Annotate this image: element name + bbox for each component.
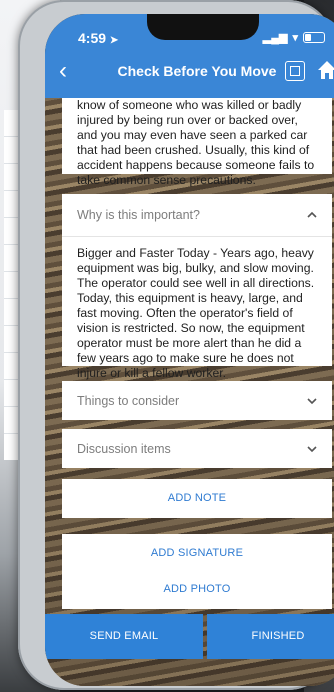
section-body-why: Bigger and Faster Today - Years ago, hea…	[77, 246, 315, 380]
add-signature-button[interactable]: ADD SIGNATURE	[62, 534, 332, 573]
status-time: 4:59 ➤	[78, 30, 118, 46]
section-header-discussion[interactable]: Discussion items	[62, 429, 332, 468]
chevron-down-icon	[307, 445, 317, 452]
phone-screen: 4:59 ➤ ▂▄▆ ▾ ‹ Check Before You Move kno…	[45, 14, 334, 686]
section-header-things[interactable]: Things to consider	[62, 381, 332, 420]
home-icon[interactable]	[317, 59, 334, 81]
chevron-down-icon	[307, 397, 317, 404]
signal-icon: ▂▄▆	[262, 32, 288, 44]
section-discussion-items[interactable]: Discussion items	[62, 429, 332, 468]
add-note-button[interactable]: ADD NOTE	[62, 479, 332, 518]
finished-button[interactable]: FINISHED	[207, 614, 334, 659]
section-things-to-consider[interactable]: Things to consider	[62, 381, 332, 420]
location-arrow-icon: ➤	[109, 35, 119, 46]
section-why-important: Why is this important? Bigger and Faster…	[62, 194, 332, 380]
intro-text: know of someone who was killed or badly …	[77, 98, 315, 187]
app-header: 4:59 ➤ ▂▄▆ ▾ ‹ Check Before You Move	[45, 14, 334, 98]
battery-icon	[303, 32, 325, 43]
status-indicators: ▂▄▆ ▾	[263, 31, 325, 44]
section-title: Discussion items	[77, 441, 171, 456]
phone-notch	[147, 14, 259, 40]
intro-card: know of someone who was killed or badly …	[62, 98, 332, 187]
qr-code-icon[interactable]	[285, 61, 305, 81]
section-title: Why is this important?	[77, 208, 200, 222]
add-photo-button[interactable]: ADD PHOTO	[62, 570, 332, 609]
section-header-why[interactable]: Why is this important?	[62, 194, 332, 237]
wifi-icon: ▾	[292, 32, 298, 44]
send-email-button[interactable]: SEND EMAIL	[45, 614, 203, 659]
status-time-text: 4:59	[78, 30, 107, 46]
chevron-up-icon	[307, 211, 317, 218]
phone-frame: 4:59 ➤ ▂▄▆ ▾ ‹ Check Before You Move kno…	[18, 0, 334, 690]
section-title: Things to consider	[77, 393, 180, 408]
